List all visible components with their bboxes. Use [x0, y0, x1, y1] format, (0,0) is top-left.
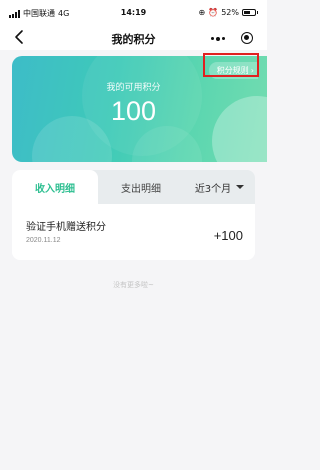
nav-bar: 我的积分 [0, 26, 267, 50]
range-label: 近3个月 [194, 183, 232, 195]
tab-expense[interactable]: 支出明细 [98, 170, 184, 204]
available-points-label: 我的可用积分 [106, 83, 161, 93]
orientation-lock-icon: ⊕ [198, 8, 206, 17]
record-title: 验证手机赠送积分 [26, 222, 106, 233]
no-more-text: 没有更多啦~ [113, 281, 154, 289]
battery-tip [257, 11, 258, 14]
records-list: 验证手机赠送积分 2020.11.12 +100 [12, 204, 255, 260]
record-amount: +100 [213, 228, 243, 243]
caret-down-icon [236, 185, 245, 189]
more-icon[interactable] [211, 36, 225, 41]
available-points-value: 100 [110, 96, 157, 126]
battery-icon [242, 9, 256, 16]
status-bar: 中国联通 4G 14:19 ⊕ ⏰ 52% [0, 0, 267, 26]
battery-percent: 52% [221, 8, 239, 17]
range-dropdown[interactable]: 近3个月 [184, 170, 255, 204]
miniprogram-capsule [203, 29, 259, 48]
detail-tabs: 收入明细 支出明细 近3个月 [12, 170, 255, 204]
rules-highlight-box [203, 53, 259, 77]
tab-income[interactable]: 收入明细 [12, 170, 98, 204]
alarm-icon: ⏰ [208, 8, 219, 17]
close-miniprogram-icon[interactable] [241, 32, 253, 44]
record-date: 2020.11.12 [26, 237, 61, 244]
status-right: ⊕ ⏰ 52% [199, 8, 258, 17]
